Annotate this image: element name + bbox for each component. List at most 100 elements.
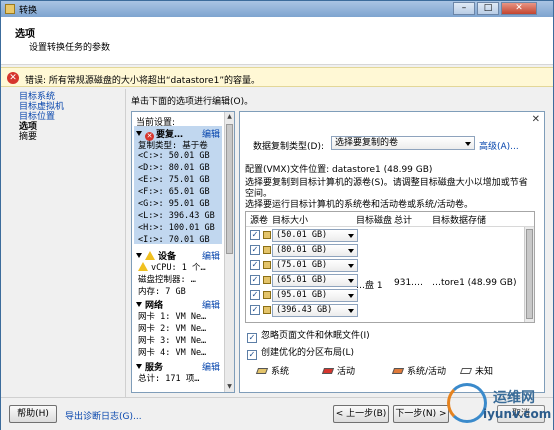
close-window-button[interactable]: ✕ <box>501 2 537 15</box>
volume-line: <G:>: 95.01 GB <box>138 199 210 209</box>
edit-services-link[interactable]: 编辑 <box>202 360 220 373</box>
services-total-line: 总计: 171 项… <box>138 374 200 384</box>
back-button[interactable]: < 上一步(B) <box>333 405 389 423</box>
target-size-select[interactable]: (95.01 GB) <box>272 289 358 302</box>
target-size-select[interactable]: (80.01 GB) <box>272 244 358 257</box>
volume-line: <D:>: 80.01 GB <box>138 163 210 173</box>
legend-active: 活动 <box>321 364 355 377</box>
datastore-cell: …tore1 (48.99 GB) <box>432 278 517 288</box>
optimized-layout-option[interactable]: ✓ 创建优化的分区布局(L) <box>247 345 354 360</box>
legend-system: 系统 <box>255 364 289 377</box>
config-location: 配置(VMX)文件位置: datastore1 (48.99 GB) <box>245 165 433 175</box>
error-banner: ✕ 错误: 所有常规源磁盘的大小将超出“datastore1”的容量。 <box>1 67 553 87</box>
scroll-thumb[interactable] <box>526 229 533 319</box>
table-scrollbar[interactable] <box>524 227 534 322</box>
scroll-up-icon[interactable]: ▲ <box>226 113 233 121</box>
active-volume-icon <box>321 368 335 374</box>
legend-unknown-label: 未知 <box>475 367 494 377</box>
target-size-value: (396.43 GB) <box>276 305 333 315</box>
nic-line: 网卡 1: VM Ne… <box>138 312 207 322</box>
volume-line: <F:>: 65.01 GB <box>138 187 210 197</box>
target-size-select[interactable]: (65.01 GB) <box>272 274 358 287</box>
unknown-volume-icon <box>459 368 473 374</box>
total-cell: 931.… <box>394 278 424 288</box>
volume-checkbox[interactable]: ✓ <box>250 275 260 285</box>
target-size-select[interactable]: (75.01 GB) <box>272 259 358 272</box>
target-size-value: (75.01 GB) <box>276 260 328 270</box>
volume-line: <E:>: 75.01 GB <box>138 175 210 185</box>
warning-icon <box>145 251 155 260</box>
header-divider <box>246 226 534 227</box>
disk-icon <box>263 261 271 269</box>
chevron-down-icon <box>465 142 471 146</box>
nic-line: 网卡 4: VM Ne… <box>138 348 207 358</box>
chevron-down-icon <box>348 294 354 298</box>
window-title: 转换 <box>19 6 38 16</box>
volume-line: <L:>: 396.43 GB <box>138 211 215 221</box>
ignore-pagefile-option[interactable]: ✓ 忽略页面文件和休眠文件(I) <box>247 328 370 343</box>
system-active-volume-icon <box>391 368 405 374</box>
advanced-link[interactable]: 高级(A)... <box>479 139 519 152</box>
page-title: 选项 <box>15 29 35 40</box>
summary-scrollbar[interactable]: ▲ ▼ <box>224 112 234 392</box>
chevron-down-icon <box>348 309 354 313</box>
volumes-table: 源卷 目标大小 目标磁盘 总计 目标数据存储 ✓ (50.01 GB) ✓ (8… <box>245 211 535 323</box>
volume-checkbox[interactable]: ✓ <box>250 245 260 255</box>
disk-icon <box>263 231 271 239</box>
target-size-select[interactable]: (396.43 GB) <box>272 304 358 317</box>
copy-type-label: 数据复制类型(D): <box>253 142 324 152</box>
error-message: 错误: 所有常规源磁盘的大小将超出“datastore1”的容量。 <box>25 76 260 86</box>
nic-line: 网卡 3: VM Ne… <box>138 336 207 346</box>
target-size-value: (95.01 GB) <box>276 290 328 300</box>
target-size-select[interactable]: (50.01 GB) <box>272 229 358 242</box>
close-icon[interactable]: ✕ <box>532 114 540 125</box>
disk-icon <box>263 306 271 314</box>
legend-system-active: 系统/活动 <box>391 364 446 377</box>
copy-type-select[interactable]: 选择要复制的卷 <box>331 136 475 150</box>
page-subtitle: 设置转换任务的参数 <box>29 43 111 53</box>
column-header-total[interactable]: 总计 <box>394 213 412 226</box>
volume-checkbox[interactable]: ✓ <box>250 230 260 240</box>
description-line-1: 选择要复制到目标计算机的源卷(S)。请调整目标磁盘大小以增加或节省 <box>245 178 528 188</box>
column-header-source[interactable]: 源卷 <box>250 213 268 226</box>
maximize-button[interactable]: □ <box>477 2 499 15</box>
optimized-layout-checkbox[interactable]: ✓ <box>247 350 257 360</box>
memory-line: 内存: 7 GB <box>138 287 186 297</box>
title-bar: 转换 – □ ✕ <box>1 1 553 17</box>
scroll-down-icon[interactable]: ▼ <box>226 383 233 391</box>
column-header-target-size[interactable]: 目标大小 <box>272 213 308 226</box>
collapse-arrow-icon <box>136 302 142 307</box>
scroll-thumb[interactable] <box>226 124 233 254</box>
volume-line: <C:>: 50.01 GB <box>138 151 210 161</box>
copy-type-value: 选择要复制的卷 <box>335 138 399 148</box>
warning-icon <box>138 262 148 271</box>
volume-checkbox[interactable]: ✓ <box>250 290 260 300</box>
nav-divider <box>125 89 126 397</box>
disk-controller-line: 磁盘控制器: … <box>138 275 196 285</box>
legend-unknown: 未知 <box>459 364 494 377</box>
disk-icon <box>263 291 271 299</box>
next-button[interactable]: 下一步(N) > <box>393 405 449 423</box>
column-header-datastore[interactable]: 目标数据存储 <box>432 213 486 226</box>
nav-item-summary: 摘要 <box>19 132 38 142</box>
copy-type-line: 复制类型: 基于卷 <box>138 141 208 151</box>
column-header-target-disk[interactable]: 目标磁盘 <box>356 213 392 226</box>
ignore-pagefile-checkbox[interactable]: ✓ <box>247 333 257 343</box>
collapse-arrow-icon <box>136 364 142 369</box>
help-button[interactable]: 帮助(H) <box>9 405 57 423</box>
nic-line: 网卡 2: VM Ne… <box>138 324 207 334</box>
target-size-value: (65.01 GB) <box>276 275 328 285</box>
target-size-value: (50.01 GB) <box>276 230 328 240</box>
disk-icon <box>263 276 271 284</box>
optimized-layout-label: 创建优化的分区布局(L) <box>261 348 355 358</box>
chevron-down-icon <box>348 249 354 253</box>
app-icon <box>5 4 15 14</box>
volume-checkbox[interactable]: ✓ <box>250 305 260 315</box>
system-volume-icon <box>255 368 269 374</box>
minimize-button[interactable]: – <box>453 2 475 15</box>
instruction-text: 单击下面的选项进行编辑(O)。 <box>131 97 254 107</box>
watermark-logo-icon <box>447 383 487 423</box>
volume-checkbox[interactable]: ✓ <box>250 260 260 270</box>
converter-window: 转换 – □ ✕ 选项 设置转换任务的参数 ✕ 错误: 所有常规源磁盘的大小将超… <box>0 0 554 430</box>
export-logs-link[interactable]: 导出诊断日志(G)... <box>65 409 142 422</box>
